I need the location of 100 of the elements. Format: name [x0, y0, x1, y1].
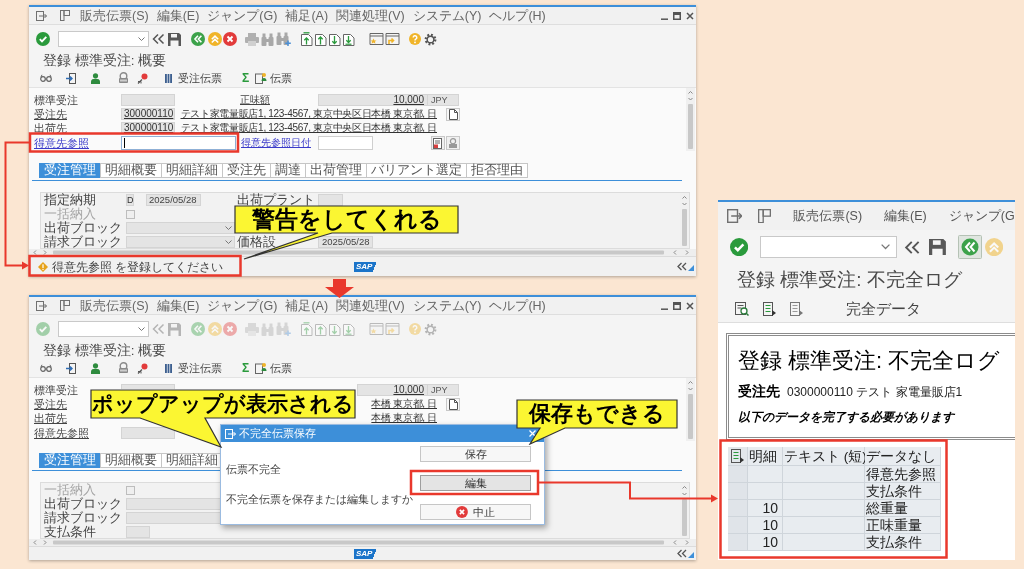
- tab[interactable]: 出荷管理: [305, 163, 367, 178]
- pin-icon[interactable]: [137, 362, 148, 374]
- double-chevron-icon[interactable]: [151, 33, 165, 45]
- command-field[interactable]: [58, 31, 149, 47]
- tab[interactable]: 受注先: [222, 163, 271, 178]
- dialog-button[interactable]: 中止: [420, 504, 531, 520]
- menu-item[interactable]: ジャンプ(G: [948, 208, 1015, 224]
- layout-icon[interactable]: [60, 10, 70, 21]
- dialog-button[interactable]: 保存: [420, 446, 531, 462]
- print-icon[interactable]: [245, 32, 259, 46]
- menu-item[interactable]: 編集(E): [884, 208, 927, 224]
- toolbar-button[interactable]: 伝票: [255, 361, 293, 375]
- caret-icon[interactable]: [138, 327, 145, 331]
- currency-field[interactable]: JPY: [428, 384, 459, 396]
- next-page-icon[interactable]: [329, 32, 341, 46]
- close-icon[interactable]: [686, 11, 694, 20]
- tab[interactable]: 明細概要: [100, 163, 162, 178]
- display-field[interactable]: [121, 384, 175, 389]
- vertical-scrollbar[interactable]: [686, 378, 695, 441]
- person-icon[interactable]: [91, 362, 100, 374]
- toolbar-button[interactable]: 完全データ: [846, 300, 921, 318]
- command-field[interactable]: [58, 321, 149, 337]
- layout-icon[interactable]: [758, 208, 772, 224]
- menu-item[interactable]: 販売伝票(S): [793, 208, 863, 224]
- tab[interactable]: バリアント選定: [366, 163, 467, 178]
- back-icon[interactable]: [957, 235, 982, 259]
- tab[interactable]: 明細詳細: [161, 163, 223, 178]
- menu-item[interactable]: ジャンプ(G): [207, 8, 278, 23]
- field-label[interactable]: 出荷先: [34, 122, 67, 134]
- toolbar-button[interactable]: 受注伝票: [165, 71, 222, 85]
- caret-icon[interactable]: [225, 240, 232, 244]
- window-menu-icon[interactable]: [36, 300, 47, 311]
- list-icon[interactable]: [763, 302, 777, 316]
- double-chevron-icon[interactable]: [676, 549, 687, 558]
- find-next-icon[interactable]: [276, 32, 291, 46]
- document-button[interactable]: [446, 107, 460, 121]
- caret-icon[interactable]: [881, 244, 891, 250]
- menu-item[interactable]: 編集(E): [156, 8, 200, 23]
- menu-item[interactable]: システム(Y): [412, 298, 482, 313]
- pin-icon[interactable]: [137, 72, 148, 84]
- amount-field[interactable]: 10,000: [357, 384, 428, 396]
- resize-grip-icon[interactable]: [688, 552, 694, 558]
- display-field[interactable]: [121, 94, 175, 106]
- menu-item[interactable]: 関連処理(V): [336, 8, 405, 23]
- import-icon[interactable]: [66, 72, 76, 84]
- menu-item[interactable]: ヘルプ(H): [489, 298, 546, 313]
- lock-icon[interactable]: [117, 362, 129, 374]
- vertical-scrollbar[interactable]: [680, 193, 689, 248]
- field-label[interactable]: 得意先参照日付: [241, 137, 313, 149]
- field-label[interactable]: 得意先参照: [34, 137, 89, 149]
- glasses-icon[interactable]: [40, 364, 52, 372]
- glasses-icon[interactable]: [40, 74, 52, 82]
- horizontal-scrollbar[interactable]: [29, 249, 696, 256]
- display-field[interactable]: 300000110: [121, 108, 175, 120]
- tab[interactable]: 明細詳細: [161, 453, 223, 468]
- new-window-icon[interactable]: [369, 32, 384, 46]
- field-label[interactable]: 得意先参照: [34, 427, 89, 439]
- field-label[interactable]: 出荷先: [34, 412, 67, 424]
- last-page-icon[interactable]: [343, 32, 355, 46]
- menu-item[interactable]: 販売伝票(S): [80, 298, 149, 313]
- menu-item[interactable]: 補足(A): [285, 298, 329, 313]
- window-menu-icon[interactable]: [36, 10, 47, 21]
- menu-item[interactable]: ジャンプ(G): [207, 298, 278, 313]
- enter-icon[interactable]: [36, 32, 50, 46]
- caret-icon[interactable]: [225, 226, 232, 230]
- column-header[interactable]: 明細: [748, 447, 783, 466]
- horizontal-scrollbar[interactable]: [29, 539, 696, 546]
- tool-button[interactable]: [431, 136, 445, 150]
- input-field[interactable]: [121, 136, 236, 150]
- amount-field[interactable]: 10,000: [318, 94, 428, 106]
- previous-page-icon[interactable]: [315, 32, 327, 46]
- menu-item[interactable]: ヘルプ(H): [489, 8, 546, 23]
- help-icon[interactable]: [409, 33, 421, 45]
- list-icon[interactable]: [730, 449, 745, 463]
- menu-item[interactable]: 編集(E): [156, 298, 200, 313]
- person-icon[interactable]: [91, 72, 100, 84]
- dropdown-field[interactable]: [126, 222, 235, 234]
- close-icon[interactable]: [686, 301, 694, 310]
- settings-icon[interactable]: [424, 32, 437, 46]
- command-field[interactable]: [760, 236, 898, 258]
- window-menu-icon[interactable]: [727, 209, 743, 223]
- double-chevron-icon[interactable]: [676, 262, 687, 271]
- input-field[interactable]: [121, 427, 175, 439]
- input-field[interactable]: [318, 136, 373, 150]
- first-page-icon[interactable]: [301, 32, 313, 46]
- save-icon[interactable]: [928, 238, 946, 256]
- code-field[interactable]: D: [126, 194, 134, 206]
- toolbar-button[interactable]: 受注伝票: [165, 361, 222, 375]
- menu-item[interactable]: 販売伝票(S): [80, 8, 149, 23]
- lock-icon[interactable]: [117, 72, 129, 84]
- up-icon[interactable]: [208, 32, 222, 46]
- input-field[interactable]: [126, 526, 150, 538]
- tab[interactable]: 調達: [270, 163, 306, 178]
- window-menu-icon[interactable]: [225, 428, 236, 439]
- field-label[interactable]: 受注先: [34, 398, 67, 410]
- toolbar-button[interactable]: 伝票: [255, 71, 293, 85]
- menu-item[interactable]: 補足(A): [285, 8, 329, 23]
- details-icon[interactable]: [735, 302, 749, 316]
- shortcut-icon[interactable]: [385, 32, 400, 46]
- resize-grip-icon[interactable]: [688, 265, 694, 271]
